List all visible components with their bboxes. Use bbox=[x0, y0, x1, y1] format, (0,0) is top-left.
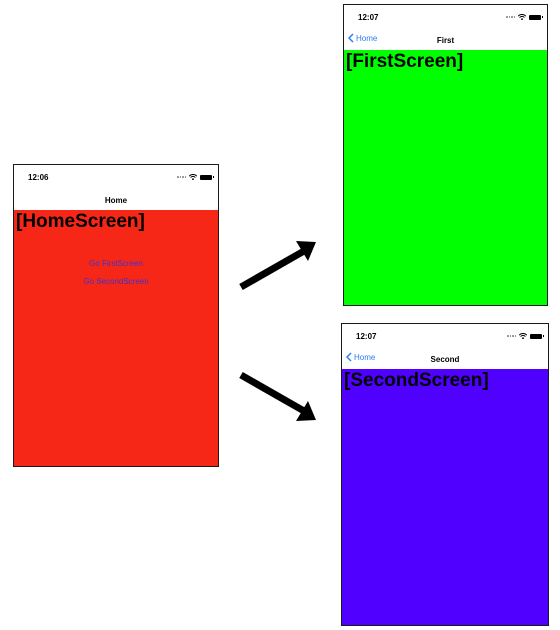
arrow-to-first-screen bbox=[239, 241, 316, 291]
screen-title: [FirstScreen] bbox=[346, 51, 464, 72]
home-screen-phone: 12:06 Home [HomeScreen] Go FirstScreen G… bbox=[13, 164, 219, 467]
go-first-screen-button[interactable]: Go FirstScreen bbox=[14, 259, 218, 268]
cellular-signal-icon bbox=[506, 16, 515, 18]
battery-icon bbox=[529, 14, 543, 20]
nav-title: First bbox=[436, 36, 455, 45]
screen-title: [SecondScreen] bbox=[344, 370, 489, 391]
cellular-signal-icon bbox=[177, 176, 186, 178]
wifi-icon bbox=[519, 333, 527, 339]
second-screen-content: [SecondScreen] bbox=[342, 369, 548, 625]
status-time: 12:07 bbox=[356, 332, 377, 341]
battery-icon bbox=[530, 333, 544, 339]
status-icons bbox=[507, 333, 544, 339]
status-icons bbox=[506, 14, 543, 20]
navigation-bar: Home bbox=[14, 187, 218, 210]
status-icons bbox=[177, 174, 214, 180]
status-bar: 12:06 bbox=[14, 165, 218, 187]
status-time: 12:07 bbox=[358, 13, 379, 22]
navigation-bar: Home First bbox=[344, 27, 547, 50]
home-screen-content: [HomeScreen] Go FirstScreen Go SecondScr… bbox=[14, 210, 218, 466]
navigation-flow-diagram: 12:06 Home [HomeScreen] Go FirstScreen G… bbox=[0, 0, 560, 630]
go-second-screen-button[interactable]: Go SecondScreen bbox=[14, 277, 218, 286]
navigation-bar: Home Second bbox=[342, 346, 548, 369]
status-bar: 12:07 bbox=[344, 5, 547, 27]
status-bar: 12:07 bbox=[342, 324, 548, 346]
first-screen-phone: 12:07 Home First [FirstScreen] bbox=[343, 4, 548, 306]
status-time: 12:06 bbox=[28, 173, 49, 182]
cellular-signal-icon bbox=[507, 335, 516, 337]
arrow-to-second-screen bbox=[239, 371, 316, 421]
first-screen-content: [FirstScreen] bbox=[344, 50, 547, 305]
nav-title: Home bbox=[104, 196, 128, 205]
nav-title: Second bbox=[430, 355, 460, 364]
second-screen-phone: 12:07 Home Second [SecondScreen] bbox=[341, 323, 549, 626]
wifi-icon bbox=[189, 174, 197, 180]
screen-title: [HomeScreen] bbox=[16, 211, 145, 232]
wifi-icon bbox=[518, 14, 526, 20]
battery-icon bbox=[200, 174, 214, 180]
